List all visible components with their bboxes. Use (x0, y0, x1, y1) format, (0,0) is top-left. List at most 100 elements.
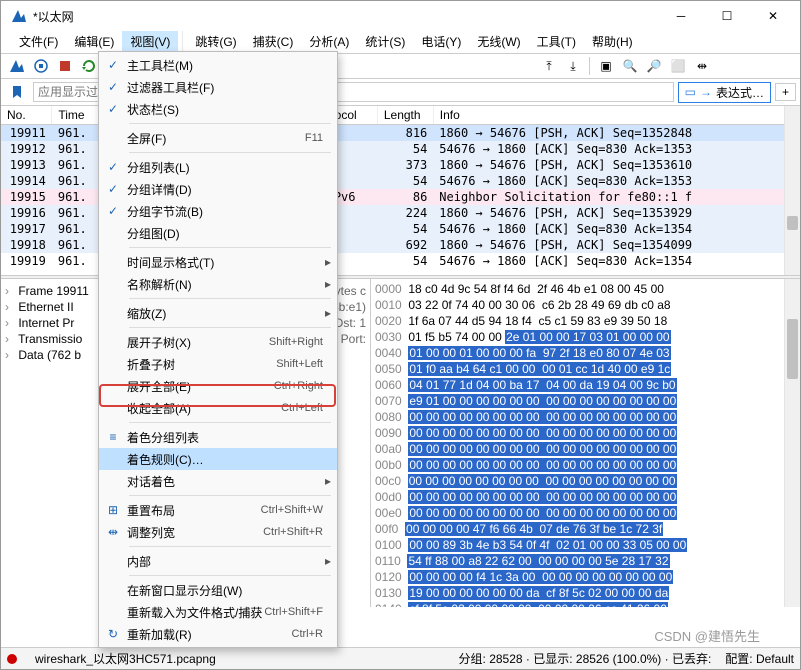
hex-line[interactable]: 0020 1f 6a 07 44 d5 94 18 f4 c5 c1 59 83… (375, 313, 796, 329)
filter-bookmark-icon[interactable] (6, 81, 28, 103)
menu-item[interactable]: 重新载入为文件格式/捕获Ctrl+Shift+F (99, 601, 337, 623)
maximize-button[interactable]: ☐ (704, 2, 750, 30)
expression-button[interactable]: ▭→表达式… (678, 82, 771, 103)
menu-item[interactable]: ✓过滤器工具栏(F) (99, 76, 337, 98)
hex-line[interactable]: 0070 e9 01 00 00 00 00 00 00 00 00 00 00… (375, 393, 796, 409)
menu-item[interactable]: 缩放(Z)▸ (99, 302, 337, 324)
add-filter-button[interactable]: + (775, 83, 796, 101)
hex-line[interactable]: 0110 54 ff 88 00 a8 22 62 00 00 00 00 00… (375, 553, 796, 569)
hex-line[interactable]: 0120 00 00 00 00 f4 1c 3a 00 00 00 00 00… (375, 569, 796, 585)
menu-item[interactable]: 跳转(G) (187, 31, 244, 53)
submenu-arrow-icon: ▸ (325, 306, 331, 320)
submenu-arrow-icon: ▸ (325, 554, 331, 568)
check-icon: ✓ (99, 182, 127, 196)
shortcut: Ctrl+Shift+R (263, 526, 337, 538)
hex-line[interactable]: 0080 00 00 00 00 00 00 00 00 00 00 00 00… (375, 409, 796, 425)
menu-item[interactable]: 视图(V) (122, 31, 178, 53)
hex-line[interactable]: 00c0 00 00 00 00 00 00 00 00 00 00 00 00… (375, 473, 796, 489)
colorize-icon[interactable]: ▣ (595, 55, 617, 77)
last-packet-icon[interactable]: ⤓ (562, 55, 584, 77)
menu-item[interactable]: 展开子树(X)Shift+Right (99, 331, 337, 353)
watermark: CSDN @建悟先生 (654, 626, 760, 645)
column-header[interactable]: No. (1, 106, 52, 125)
zoom-out-icon[interactable]: 🔎 (643, 55, 665, 77)
hex-line[interactable]: 00d0 00 00 00 00 00 00 00 00 00 00 00 00… (375, 489, 796, 505)
hex-line[interactable]: 0040 01 00 00 01 00 00 00 fa 97 2f 18 e0… (375, 345, 796, 361)
menu-item[interactable]: 内部▸ (99, 550, 337, 572)
status-packets: 分组: 28528 · 已显示: 28526 (100.0%) · 已丢弃: (459, 650, 712, 667)
minimize-button[interactable]: ─ (658, 2, 704, 30)
menu-item[interactable]: ↻重新加载(R)Ctrl+R (99, 623, 337, 645)
menu-item[interactable]: 展开全部(E)Ctrl+Right (99, 375, 337, 397)
check-icon: ✓ (99, 102, 127, 116)
submenu-arrow-icon: ▸ (325, 474, 331, 488)
menu-item[interactable]: ✓分组列表(L) (99, 156, 337, 178)
hex-line[interactable]: 00f0 00 00 00 00 47 f6 66 4b 07 de 76 3f… (375, 521, 796, 537)
menu-item[interactable]: 电话(Y) (413, 31, 469, 53)
first-packet-icon[interactable]: ⤒ (538, 55, 560, 77)
menu-item[interactable]: 帮助(H) (584, 31, 641, 53)
menu-item[interactable]: 在新窗口显示分组(W) (99, 579, 337, 601)
menu-label: 重新加载(R) (127, 626, 292, 643)
hex-line[interactable]: 00e0 00 00 00 00 00 00 00 00 00 00 00 00… (375, 505, 796, 521)
hex-line[interactable]: 0090 00 00 00 00 00 00 00 00 00 00 00 00… (375, 425, 796, 441)
stop-capture-icon[interactable] (54, 55, 76, 77)
menu-label: 缩放(Z) (127, 305, 337, 322)
hex-line[interactable]: 0100 00 00 89 3b 4e b3 54 0f 4f 02 01 00… (375, 537, 796, 553)
menu-label: 在新窗口显示分组(W) (127, 582, 337, 599)
menu-item[interactable]: ✓分组字节流(B) (99, 200, 337, 222)
menu-label: 内部 (127, 553, 337, 570)
menu-item[interactable]: ✓主工具栏(M) (99, 54, 337, 76)
menu-item[interactable]: ≡着色分组列表 (99, 426, 337, 448)
menu-item[interactable]: 分析(A) (301, 31, 357, 53)
hex-line[interactable]: 0060 04 01 77 1d 04 00 ba 17 04 00 da 19… (375, 377, 796, 393)
menu-icon: ⊞ (99, 503, 127, 517)
menu-item[interactable]: 统计(S) (357, 31, 413, 53)
menu-item[interactable]: 折叠子树Shift+Left (99, 353, 337, 375)
hex-line[interactable]: 0010 03 22 0f 74 40 00 30 06 c6 2b 28 49… (375, 297, 796, 313)
submenu-arrow-icon: ▸ (325, 255, 331, 269)
menu-label: 调整列宽 (127, 524, 263, 541)
menu-label: 分组图(D) (127, 225, 337, 242)
menu-item[interactable]: 对话着色▸ (99, 470, 337, 492)
zoom-in-icon[interactable]: 🔍 (619, 55, 641, 77)
packet-list-scrollbar[interactable] (784, 106, 800, 275)
menu-item[interactable]: ⇹调整列宽Ctrl+Shift+R (99, 521, 337, 543)
menu-item[interactable]: 时间显示格式(T)▸ (99, 251, 337, 273)
menu-item[interactable]: 捕获(C) (245, 31, 302, 53)
menu-item[interactable]: 编辑(E) (66, 31, 122, 53)
expert-info-icon[interactable] (7, 654, 17, 664)
menu-item[interactable]: 着色规则(C)… (99, 448, 337, 470)
hex-line[interactable]: 0030 01 f5 b5 74 00 00 2e 01 00 00 17 03… (375, 329, 796, 345)
status-profile[interactable]: 配置: Default (725, 650, 794, 667)
shark-fin-icon[interactable] (6, 55, 28, 77)
menu-item[interactable]: 无线(W) (469, 31, 528, 53)
zoom-reset-icon[interactable]: ⬜ (667, 55, 689, 77)
menu-item[interactable]: 收起全部(A)Ctrl+Left (99, 397, 337, 419)
hex-line[interactable]: 0050 01 f0 aa b4 64 c1 00 00 00 01 cc 1d… (375, 361, 796, 377)
menu-label: 收起全部(A) (127, 400, 281, 417)
menu-item[interactable]: 名称解析(N)▸ (99, 273, 337, 295)
resize-cols-icon[interactable]: ⇹ (691, 55, 713, 77)
check-icon: ✓ (99, 160, 127, 174)
menu-item[interactable]: ⊞重置布局Ctrl+Shift+W (99, 499, 337, 521)
restart-capture-icon[interactable] (78, 55, 100, 77)
hex-line[interactable]: 00a0 00 00 00 00 00 00 00 00 00 00 00 00… (375, 441, 796, 457)
column-header[interactable]: Length (377, 106, 433, 125)
menu-item[interactable]: 文件(F) (11, 31, 66, 53)
menu-item[interactable]: ✓状态栏(S) (99, 98, 337, 120)
column-header[interactable]: Info (433, 106, 799, 125)
capture-options-icon[interactable] (30, 55, 52, 77)
close-button[interactable]: ✕ (750, 2, 796, 30)
hex-line[interactable]: 00b0 00 00 00 00 00 00 00 00 00 00 00 00… (375, 457, 796, 473)
menu-item[interactable]: 分组图(D) (99, 222, 337, 244)
menu-label: 名称解析(N) (127, 276, 337, 293)
menu-item[interactable]: ✓分组详情(D) (99, 178, 337, 200)
menu-icon: ⇹ (99, 525, 127, 539)
packet-bytes-pane[interactable]: 0000 18 c0 4d 9c 54 8f f4 6d 2f 46 4b e1… (371, 279, 800, 607)
menu-item[interactable]: 工具(T) (529, 31, 584, 53)
hex-line[interactable]: 0140 cf 8f 5c 02 00 00 00 00 00 00 00 26… (375, 601, 796, 607)
hex-line[interactable]: 0130 19 00 00 00 00 00 00 da cf 8f 5c 02… (375, 585, 796, 601)
menu-item[interactable]: 全屏(F)F11 (99, 127, 337, 149)
hex-line[interactable]: 0000 18 c0 4d 9c 54 8f f4 6d 2f 46 4b e1… (375, 281, 796, 297)
